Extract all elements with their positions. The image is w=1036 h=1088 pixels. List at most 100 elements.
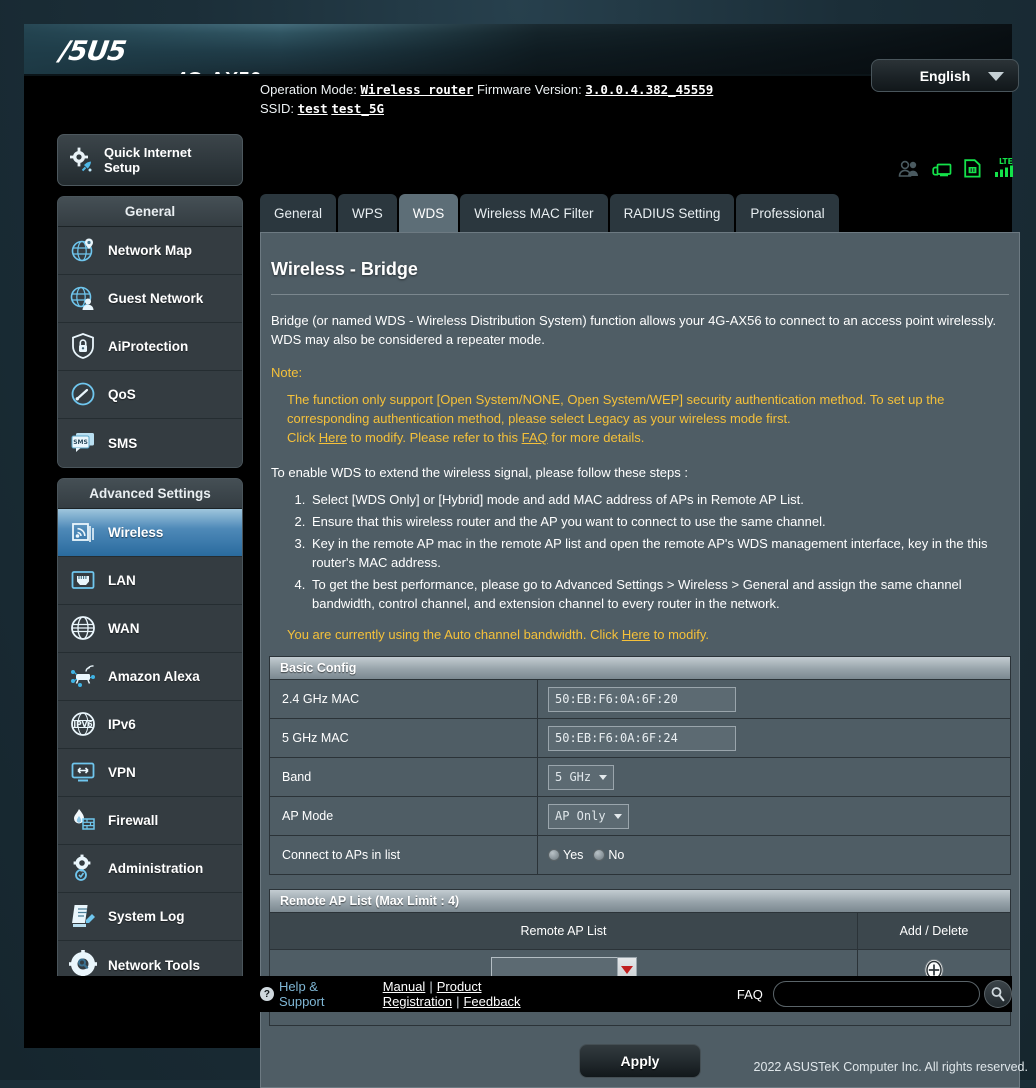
tab-wds[interactable]: WDS bbox=[399, 194, 459, 232]
auto-note-post: to modify. bbox=[650, 627, 709, 642]
sidebar-item-guest-network[interactable]: Guest Network bbox=[58, 275, 242, 323]
steps-intro: To enable WDS to extend the wireless sig… bbox=[271, 465, 1009, 480]
value-band: 5 GHz bbox=[538, 758, 1010, 796]
here-link[interactable]: Here bbox=[319, 430, 347, 445]
clients-icon[interactable] bbox=[898, 160, 920, 178]
here-link-bandwidth[interactable]: Here bbox=[622, 627, 650, 642]
page-title: Wireless - Bridge bbox=[271, 259, 1019, 280]
sidebar-label: IPv6 bbox=[108, 717, 136, 732]
title-divider bbox=[271, 294, 1009, 295]
sidebar-navigation: Quick Internet Setup General bbox=[32, 76, 252, 990]
sidebar-item-lan[interactable]: LAN bbox=[58, 557, 242, 605]
quick-setup-wizard-icon bbox=[66, 145, 96, 175]
sidebar-item-system-log[interactable]: System Log bbox=[58, 893, 242, 941]
sidebar-item-qos[interactable]: QoS bbox=[58, 371, 242, 419]
tab-wps[interactable]: WPS bbox=[338, 194, 397, 232]
caret-down-icon bbox=[621, 966, 633, 974]
sidebar-group-advanced: Advanced Settings Wireless bbox=[57, 478, 243, 990]
label-mac-24ghz: 2.4 GHz MAC bbox=[270, 680, 538, 718]
faq-search-button[interactable] bbox=[984, 980, 1012, 1008]
sidebar-item-ipv6[interactable]: IPV6 IPv6 bbox=[58, 701, 242, 749]
settings-tab-bar: General WPS WDS Wireless MAC Filter RADI… bbox=[260, 194, 839, 232]
lte-signal-icon[interactable]: LTE bbox=[993, 156, 1015, 178]
sidebar-label: Amazon Alexa bbox=[108, 669, 200, 684]
band-dropdown[interactable]: 5 GHz bbox=[548, 765, 614, 790]
system-log-icon bbox=[69, 902, 99, 932]
sidebar-item-aiprotection[interactable]: AiProtection bbox=[58, 323, 242, 371]
footer-links: Manual|Product Registration|Feedback bbox=[383, 979, 622, 1009]
question-mark-icon: ? bbox=[260, 987, 274, 1001]
tab-radius-setting[interactable]: RADIUS Setting bbox=[610, 194, 735, 232]
router-admin-window: /5U5 4G-AX56 Logout Reboot English Opera… bbox=[24, 24, 1012, 1048]
mac-24ghz-input[interactable] bbox=[548, 687, 736, 712]
faq-search-input[interactable] bbox=[773, 981, 980, 1007]
operation-mode-value[interactable]: Wireless router bbox=[360, 82, 473, 97]
label-connect-to-aps: Connect to APs in list bbox=[270, 836, 538, 874]
sidebar-item-administration[interactable]: Administration bbox=[58, 845, 242, 893]
quick-internet-setup-button[interactable]: Quick Internet Setup bbox=[57, 134, 243, 186]
connect-radio-group: Yes No bbox=[548, 848, 624, 862]
gauge-icon bbox=[69, 380, 99, 410]
row-mac-5ghz: 5 GHz MAC bbox=[270, 718, 1010, 757]
sidebar-item-firewall[interactable]: Firewall bbox=[58, 797, 242, 845]
ap-mode-dropdown[interactable]: AP Only bbox=[548, 804, 629, 829]
band-selected-value: 5 GHz bbox=[555, 770, 591, 784]
svg-text:SMS: SMS bbox=[73, 439, 88, 446]
row-ap-mode: AP Mode AP Only bbox=[270, 796, 1010, 835]
sidebar-label: Network Map bbox=[108, 243, 192, 258]
row-connect-to-aps: Connect to APs in list Yes No bbox=[270, 835, 1010, 874]
label-ap-mode: AP Mode bbox=[270, 797, 538, 835]
language-selector[interactable]: English bbox=[871, 59, 1019, 92]
tab-professional[interactable]: Professional bbox=[736, 194, 838, 232]
vpn-icon bbox=[69, 758, 99, 788]
chevron-down-icon bbox=[614, 814, 622, 819]
wireless-icon bbox=[69, 518, 99, 548]
sidebar-label: SMS bbox=[108, 436, 137, 451]
language-value: English bbox=[920, 68, 971, 84]
tab-wireless-mac-filter[interactable]: Wireless MAC Filter bbox=[460, 194, 607, 232]
value-mac-24ghz bbox=[538, 680, 1010, 718]
radio-yes-label: Yes bbox=[563, 848, 583, 862]
sidebar-label: LAN bbox=[108, 573, 136, 588]
note-line2-mid: to modify. Please refer to this bbox=[347, 430, 522, 445]
ssid-5g-value[interactable]: test_5G bbox=[331, 101, 384, 116]
steps-list: Select [WDS Only] or [Hybrid] mode and a… bbox=[309, 490, 1009, 613]
sim-card-icon[interactable] bbox=[964, 159, 981, 178]
help-and-support-link[interactable]: ? Help & Support bbox=[260, 979, 367, 1009]
globe-icon bbox=[69, 614, 99, 644]
chevron-down-icon bbox=[599, 775, 607, 780]
sidebar-item-network-map[interactable]: Network Map bbox=[58, 227, 242, 275]
firmware-value[interactable]: 3.0.0.4.382_45559 bbox=[585, 82, 713, 97]
ssid-24g-value[interactable]: test bbox=[298, 101, 328, 116]
col-header-add-delete: Add / Delete bbox=[858, 913, 1010, 949]
sidebar-label: WAN bbox=[108, 621, 140, 636]
faq-label: FAQ bbox=[737, 987, 763, 1002]
sidebar-item-sms[interactable]: SMS SMS bbox=[58, 419, 242, 467]
faq-link[interactable]: FAQ bbox=[522, 430, 548, 445]
sidebar-item-wan[interactable]: WAN bbox=[58, 605, 242, 653]
note-body: The function only support [Open System/N… bbox=[287, 390, 1009, 447]
svg-text:IPV6: IPV6 bbox=[73, 720, 92, 729]
radio-connect-yes[interactable]: Yes bbox=[548, 848, 583, 862]
copyright-text: 2022 ASUSTeK Computer Inc. All rights re… bbox=[0, 1060, 1036, 1074]
sidebar-general-header: General bbox=[58, 197, 242, 227]
mac-5ghz-input[interactable] bbox=[548, 726, 736, 751]
radio-connect-no[interactable]: No bbox=[593, 848, 624, 862]
top-banner: /5U5 4G-AX56 Logout Reboot bbox=[24, 24, 1012, 76]
manual-link[interactable]: Manual bbox=[383, 979, 426, 994]
chevron-down-icon bbox=[988, 72, 1004, 81]
tab-general[interactable]: General bbox=[260, 194, 336, 232]
separator: | bbox=[429, 979, 432, 994]
feedback-link[interactable]: Feedback bbox=[463, 994, 520, 1009]
sidebar-item-wireless[interactable]: Wireless bbox=[58, 509, 242, 557]
page-footer: ? Help & Support Manual|Product Registra… bbox=[24, 976, 1012, 1012]
label-mac-5ghz: 5 GHz MAC bbox=[270, 719, 538, 757]
step-item: Select [WDS Only] or [Hybrid] mode and a… bbox=[309, 490, 1009, 509]
sidebar-item-amazon-alexa[interactable]: Amazon Alexa bbox=[58, 653, 242, 701]
value-connect-to-aps: Yes No bbox=[538, 836, 1010, 874]
label-band: Band bbox=[270, 758, 538, 796]
usb-device-icon[interactable] bbox=[932, 160, 952, 178]
gear-admin-icon bbox=[69, 854, 99, 884]
basic-config-header: Basic Config bbox=[270, 657, 1010, 679]
sidebar-item-vpn[interactable]: VPN bbox=[58, 749, 242, 797]
